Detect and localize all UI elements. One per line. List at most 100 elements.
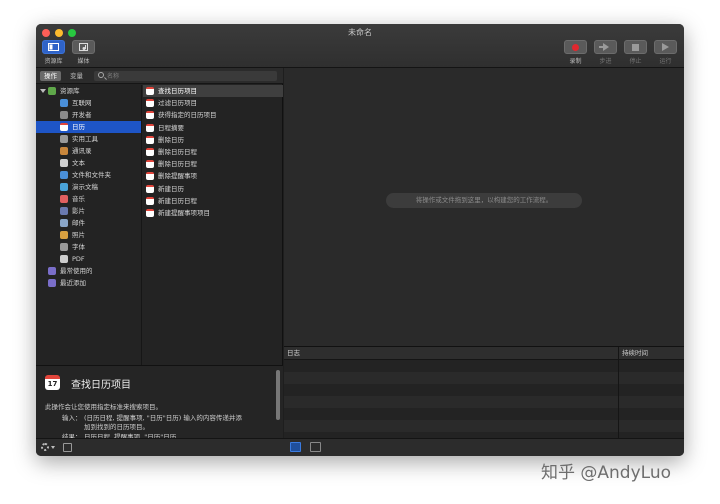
run-toolbar-button[interactable]: 运行 [654,40,677,65]
action-item-label: 新建日历日程 [158,196,197,205]
action-item-label: 删除日历日程 [158,160,197,169]
description-title: 查找日历项目 [71,380,131,391]
record-toolbar-button[interactable]: 录制 [564,40,587,65]
library-item-icon [60,231,68,239]
library-item[interactable]: 实用工具 [36,133,141,145]
calendar-icon [146,87,154,95]
actions-list: 查找日历项目 过滤日历项目获得指定的日历项目 日程摘要删除日历删除日历日程 删除日历日… [143,85,283,365]
calendar-icon: 17 [45,375,60,390]
action-item[interactable]: 查找日历项目 [143,85,283,97]
action-item-label: 新建日历 [158,184,184,193]
library-group-recently-added[interactable]: 最近添加 [36,277,141,289]
library-item-label: 音乐 [72,195,85,203]
library-group-label: 最常使用的 [60,267,93,275]
library-item-label: 演示文稿 [72,183,98,191]
action-item[interactable]: 新建日历日程 [143,195,283,207]
log-column-divider[interactable] [618,347,619,439]
input-label: 输入： [62,414,82,422]
library-item-label: PDF [72,255,85,263]
calendar-icon [146,111,154,120]
library-item-icon [60,255,68,263]
library-toolbar-button[interactable]: 资源库 [42,40,65,65]
calendar-icon [146,148,154,156]
library-icon [42,40,65,54]
calendar-icon [146,184,154,193]
library-item-icon [60,123,68,131]
record-label: 录制 [569,58,582,65]
action-item-label: 日程摘要 [158,123,184,132]
calendar-icon [146,123,154,132]
library-item[interactable]: 日历 [36,121,141,133]
library-item-label: 文件和文件夹 [72,171,111,179]
library-item[interactable]: 影片 [36,205,141,217]
workflow-area[interactable]: 将操作或文件拖到这里，以构建您的工作流程。 [284,68,684,346]
split-view-button[interactable] [310,442,321,452]
stop-toolbar-button[interactable]: 停止 [624,40,647,65]
library-group-most-used[interactable]: 最常使用的 [36,265,141,277]
input-value-line2: 加到找到的日历项目。 [84,423,149,431]
library-item[interactable]: 通讯录 [36,145,141,157]
action-item[interactable]: 新建提醒事项项目 [143,207,283,219]
action-item[interactable]: 删除日历日程 [143,146,283,158]
calendar-icon [146,209,154,217]
bottom-bar [36,438,684,456]
step-toolbar-button[interactable]: 步进 [594,40,617,65]
watermark: 知乎 @AndyLuo [541,463,672,483]
library-item[interactable]: 演示文稿 [36,181,141,193]
library-item[interactable]: 文件和文件夹 [36,169,141,181]
log-panel: 日志 持续时间 [284,346,684,439]
description-toggle-checkbox[interactable] [63,443,72,452]
library-item-icon [60,183,68,191]
tab-actions[interactable]: 操作 [40,71,61,81]
library-item-icon [60,111,68,119]
duration-column-header[interactable]: 持续时间 [622,347,648,360]
log-column-header[interactable]: 日志 [287,347,300,360]
media-toolbar-button[interactable]: 媒体 [72,40,95,65]
library-item[interactable]: 开发者 [36,109,141,121]
library-item[interactable]: 照片 [36,229,141,241]
calendar-icon [146,99,154,108]
description-text: 此操作会让您使用指定标准来搜索项目。 [45,403,162,411]
calendar-icon [146,172,154,181]
library-item[interactable]: 邮件 [36,217,141,229]
search-field[interactable] [94,71,277,81]
disclosure-triangle-icon[interactable] [40,89,46,93]
description-scrollbar[interactable] [276,370,280,420]
action-item[interactable]: 新建日历 [143,183,283,195]
log-header: 日志 持续时间 [284,347,684,360]
library-item[interactable]: 字体 [36,241,141,253]
action-item-label: 删除日历日程 [158,148,197,156]
stop-label: 停止 [629,58,642,65]
library-item-label: 影片 [72,207,85,215]
action-item[interactable]: 日程摘要 [143,122,283,134]
search-input[interactable] [107,71,272,81]
title-bar: 未命名 资源库 媒体 录制 步进 停止 运行 [36,24,684,68]
tab-variables[interactable]: 变量 [66,71,87,81]
action-item-label: 新建提醒事项项目 [158,209,210,217]
library-item-icon [60,159,68,167]
action-item[interactable]: 删除提醒事项 [143,170,283,182]
chevron-down-icon[interactable] [51,446,55,449]
library-item-icon [60,219,68,227]
action-item[interactable]: 删除日历 [143,134,283,146]
panel-header: 操作 变量 [36,68,283,84]
library-item[interactable]: PDF [36,253,141,265]
library-root[interactable]: 资源库 [36,85,141,97]
action-description: 17 查找日历项目 此操作会让您使用指定标准来搜索项目。 输入： (日历日程, … [36,365,283,441]
action-item-label: 删除日历 [158,135,184,144]
library-item-icon [60,207,68,215]
action-item-label: 获得指定的日历项目 [158,111,217,120]
action-item[interactable]: 过滤日历项目 [143,97,283,109]
action-item[interactable]: 获得指定的日历项目 [143,109,283,121]
library-root-label: 资源库 [60,87,80,95]
list-view-button[interactable] [290,442,301,452]
library-item[interactable]: 互联网 [36,97,141,109]
action-item[interactable]: 删除日历日程 [143,158,283,170]
library-item-icon [60,99,68,107]
smart-folder-icon [48,267,56,275]
smart-folder-icon [48,279,56,287]
gear-icon[interactable] [41,443,49,451]
step-label: 步进 [599,58,612,65]
library-item[interactable]: 音乐 [36,193,141,205]
library-item[interactable]: 文本 [36,157,141,169]
